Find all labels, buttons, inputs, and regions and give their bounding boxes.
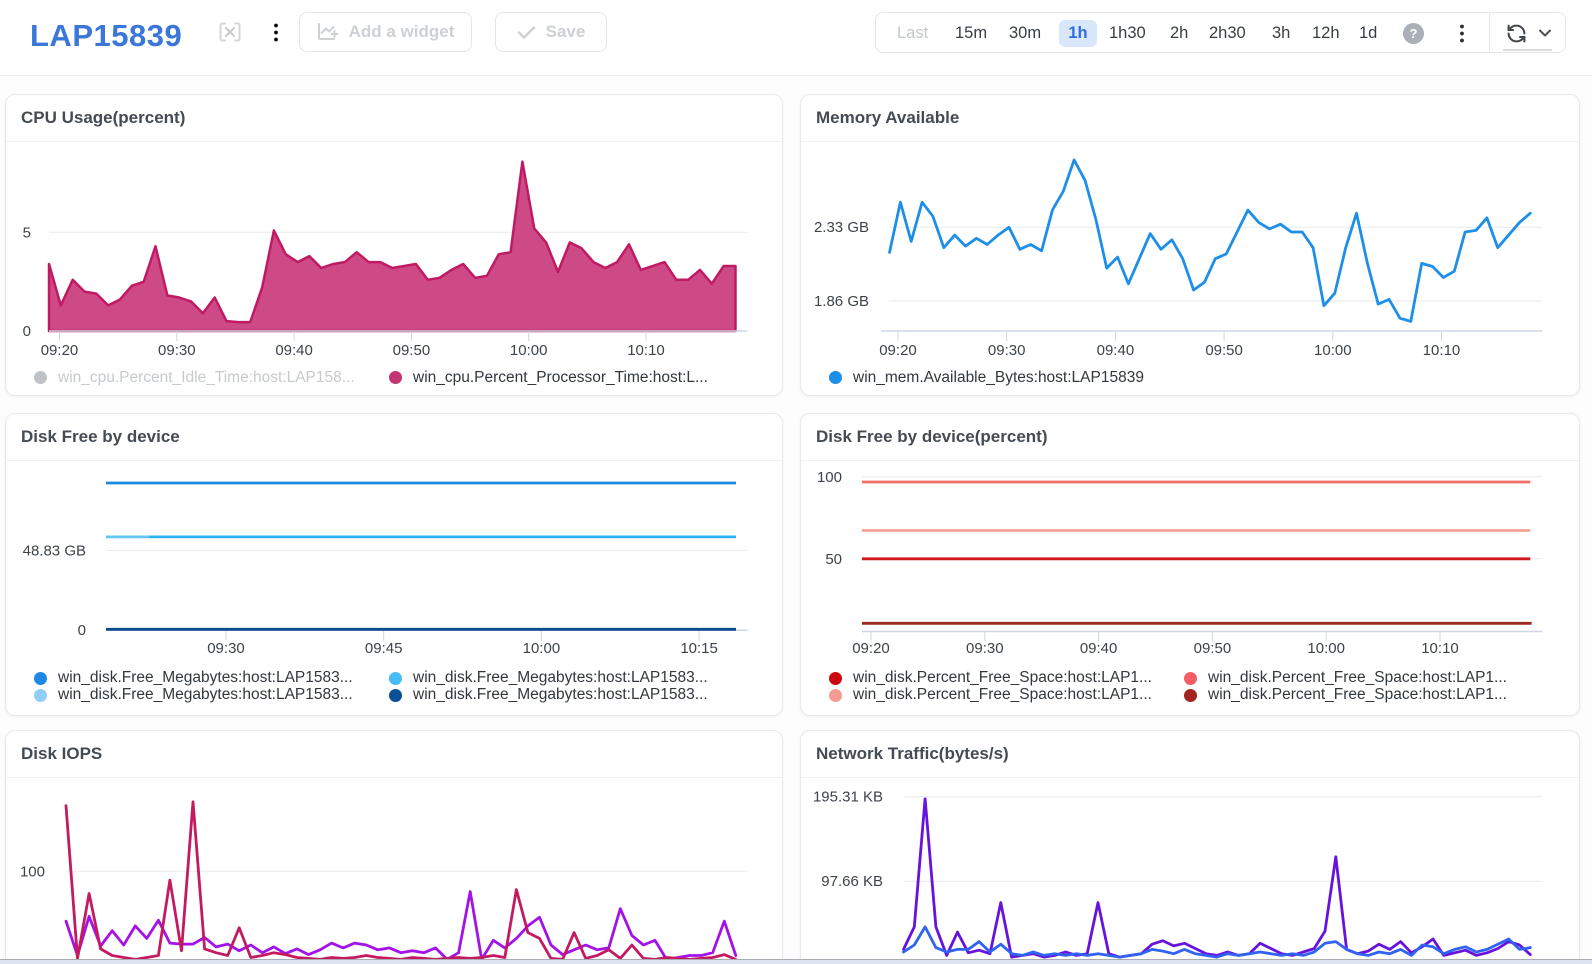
svg-text:09:45: 09:45 [365,640,403,657]
svg-text:10:10: 10:10 [1421,640,1459,657]
svg-text:10:00: 10:00 [523,640,561,657]
svg-text:2.33 GB: 2.33 GB [814,219,869,236]
svg-text:10:00: 10:00 [1314,342,1352,359]
svg-text:97.66 KB: 97.66 KB [821,873,883,890]
svg-text:5: 5 [23,225,31,242]
svg-text:48.83 GB: 48.83 GB [23,543,86,560]
svg-text:09:20: 09:20 [879,342,917,359]
svg-text:10:00: 10:00 [1307,640,1345,657]
svg-text:10:10: 10:10 [1423,342,1461,359]
svg-text:10:00: 10:00 [510,342,548,359]
svg-text:50: 50 [825,551,842,568]
svg-text:09:50: 09:50 [393,342,431,359]
svg-text:100: 100 [20,863,45,880]
svg-text:09:20: 09:20 [41,342,79,359]
svg-text:09:50: 09:50 [1194,640,1232,657]
svg-text:0: 0 [23,323,31,340]
svg-text:100: 100 [817,469,842,486]
svg-text:09:40: 09:40 [1080,640,1118,657]
svg-text:09:50: 09:50 [1205,342,1243,359]
svg-text:09:30: 09:30 [988,342,1026,359]
svg-text:10:15: 10:15 [680,640,718,657]
svg-text:09:30: 09:30 [207,640,245,657]
svg-text:195.31 KB: 195.31 KB [813,789,883,806]
svg-text:09:40: 09:40 [275,342,313,359]
svg-text:09:40: 09:40 [1097,342,1135,359]
svg-text:1.86 GB: 1.86 GB [814,293,869,310]
svg-text:10:10: 10:10 [627,342,665,359]
svg-text:09:30: 09:30 [966,640,1004,657]
svg-text:0: 0 [78,622,86,639]
svg-text:09:20: 09:20 [852,640,890,657]
svg-text:09:30: 09:30 [158,342,196,359]
